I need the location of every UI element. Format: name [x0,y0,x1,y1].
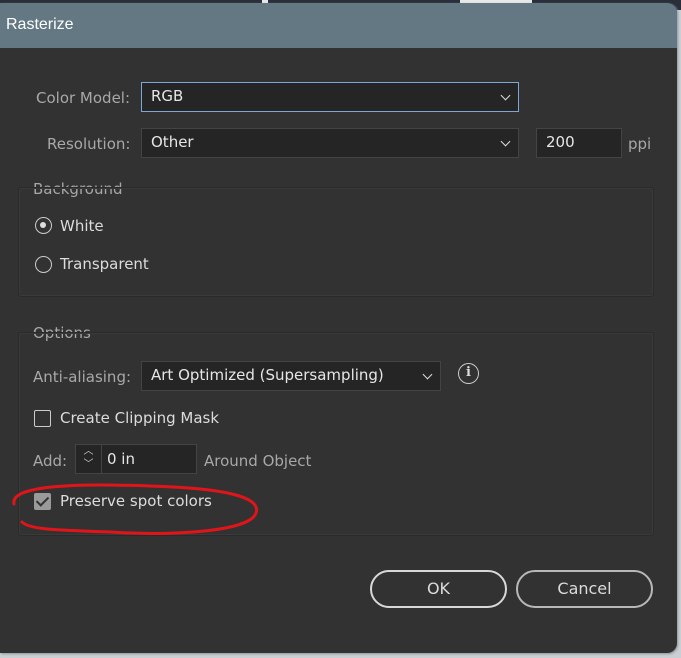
around-object-label: Around Object [204,452,312,470]
radio-transparent[interactable] [35,256,52,273]
add-stepper[interactable]: ︿ ﹀ 0 in [75,444,197,474]
add-label: Add: [33,452,68,470]
chevron-down-icon [500,136,511,147]
cancel-button[interactable]: Cancel [516,570,653,608]
chevron-down-icon [500,90,511,101]
radio-white-label[interactable]: White [60,217,104,235]
ppi-input[interactable]: 200 [536,128,622,158]
radio-transparent-label[interactable]: Transparent [60,255,149,273]
resolution-select[interactable]: Other [141,128,519,158]
create-clipping-mask-label[interactable]: Create Clipping Mask [60,409,219,427]
stepper-arrows-icon[interactable]: ︿ ﹀ [76,445,102,473]
anti-aliasing-label: Anti-aliasing: [33,368,132,386]
rasterize-dialog: Rasterize Color Model: RGB Resolution: O… [0,3,677,653]
resolution-label: Resolution: [47,135,131,153]
color-model-value: RGB [151,87,184,105]
chevron-down-icon [422,369,433,380]
resolution-value: Other [151,133,194,151]
color-model-select[interactable]: RGB [141,82,519,112]
anti-aliasing-select[interactable]: Art Optimized (Supersampling) [141,361,441,391]
create-clipping-mask-checkbox[interactable] [34,410,51,427]
ok-button[interactable]: OK [370,570,507,608]
dialog-title: Rasterize [0,3,677,48]
color-model-label: Color Model: [36,89,131,107]
info-icon[interactable]: i [458,363,479,384]
add-value[interactable]: 0 in [107,450,135,468]
anti-aliasing-value: Art Optimized (Supersampling) [151,366,384,384]
ppi-unit: ppi [628,135,652,153]
background-group [18,187,654,297]
radio-white[interactable] [35,217,52,234]
red-annotation-circle [12,483,259,535]
